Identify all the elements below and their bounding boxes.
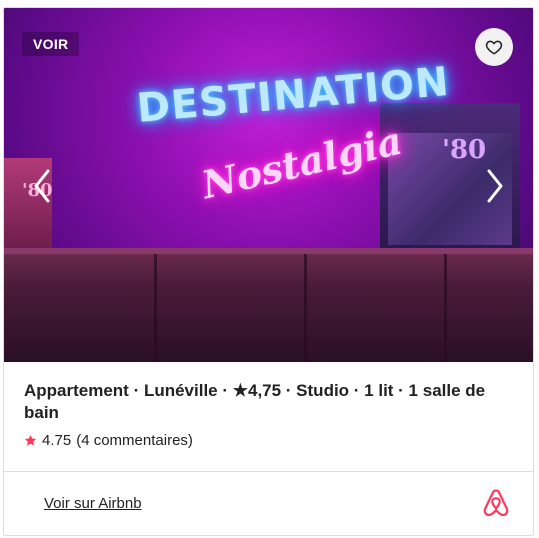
airbnb-logo-icon[interactable] — [480, 487, 512, 519]
divider — [4, 471, 533, 472]
shelf — [4, 254, 533, 362]
view-badge[interactable]: VOIR — [22, 32, 80, 56]
listing-card: '80 '80 DESTINATION Nostalgia VOIR Appar… — [3, 7, 534, 536]
poster-right-text: '80 — [442, 135, 487, 165]
rating-value: 4.75 — [42, 432, 72, 449]
neon-sign-script: Nostalgia — [197, 117, 407, 208]
chevron-left-icon — [34, 169, 50, 203]
listing-title[interactable]: Appartement · Lunéville · ★4,75 · Studio… — [24, 380, 494, 424]
next-photo-button[interactable] — [480, 168, 510, 204]
review-count: (4 commentaires) — [76, 432, 193, 449]
chevron-right-icon — [487, 169, 503, 203]
listing-photo[interactable]: '80 '80 DESTINATION Nostalgia VOIR — [4, 8, 533, 362]
star-icon — [24, 434, 37, 446]
shelf-divider — [444, 254, 447, 362]
shelf-divider — [304, 254, 307, 362]
shelf-divider — [154, 254, 157, 362]
favorite-button[interactable] — [475, 28, 513, 66]
view-on-airbnb-link[interactable]: Voir sur Airbnb — [44, 495, 142, 512]
listing-rating: 4.75 (4 commentaires) — [24, 432, 193, 449]
previous-photo-button[interactable] — [27, 168, 57, 204]
heart-icon — [485, 40, 503, 55]
